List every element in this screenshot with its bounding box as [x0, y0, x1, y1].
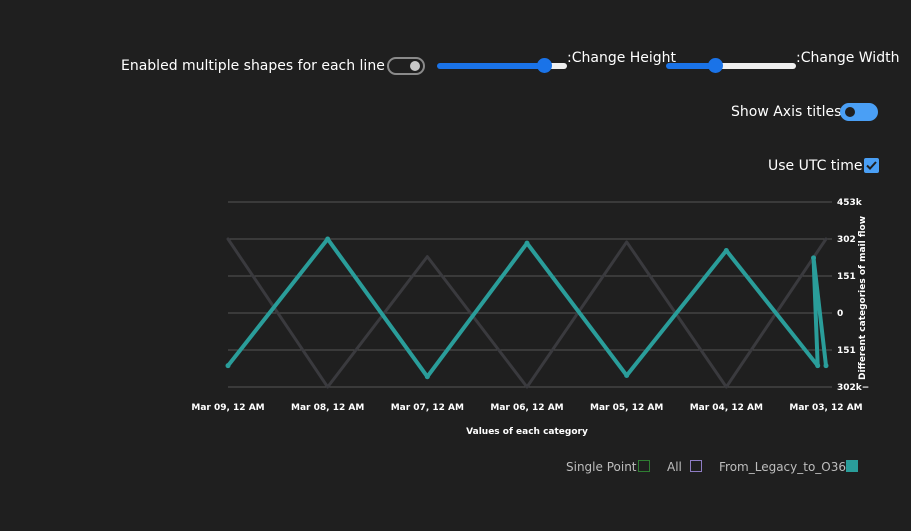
legend-swatch-all[interactable]: [690, 460, 702, 472]
legend-label-all: All: [667, 460, 682, 474]
line-chart: Mar 09, 12 AM Mar 08, 12 AM Mar 07, 12 AM M…: [191, 198, 869, 437]
data-point[interactable]: [815, 363, 821, 369]
x-tick-label: Mar 05, 12 AM: [590, 403, 663, 413]
series-line-from-legacy-to-o365[interactable]: [226, 237, 828, 379]
data-point[interactable]: [823, 363, 829, 369]
y-tick-label: 151: [837, 346, 856, 356]
legend-swatch-from-legacy[interactable]: [846, 460, 858, 472]
x-tick-label: Mar 03, 12 AM: [789, 403, 862, 413]
series-layer: [225, 236, 829, 389]
legend-label-single-point: Single Point: [566, 460, 637, 474]
x-tick-label: Mar 06, 12 AM: [490, 403, 563, 413]
data-point[interactable]: [225, 363, 231, 369]
y-tick-label: 453k: [837, 198, 863, 208]
x-tick-label: Mar 07, 12 AM: [391, 403, 464, 413]
y-tick-label: 0: [837, 309, 843, 319]
legend-swatch-single-point[interactable]: [638, 460, 650, 472]
gridlines: [228, 201, 832, 388]
data-point[interactable]: [325, 236, 331, 242]
x-tick-label: Mar 08, 12 AM: [291, 403, 364, 413]
y-tick-label: 302k−: [837, 383, 869, 393]
y-axis-title: Different categories of mail flow: [858, 216, 868, 380]
x-axis-ticks: Mar 09, 12 AM Mar 08, 12 AM Mar 07, 12 AM M…: [191, 403, 862, 413]
data-point[interactable]: [723, 248, 729, 254]
x-axis-title: Values of each category: [466, 427, 588, 437]
data-point[interactable]: [424, 374, 430, 380]
data-point[interactable]: [811, 255, 817, 261]
y-tick-label: 151: [837, 272, 856, 282]
x-tick-label: Mar 04, 12 AM: [690, 403, 763, 413]
legend-label-from-legacy: From_Legacy_to_O365: [719, 460, 854, 474]
data-point[interactable]: [524, 240, 530, 246]
x-tick-label: Mar 09, 12 AM: [191, 403, 264, 413]
data-point[interactable]: [624, 372, 630, 378]
y-tick-label: 302: [837, 235, 856, 245]
